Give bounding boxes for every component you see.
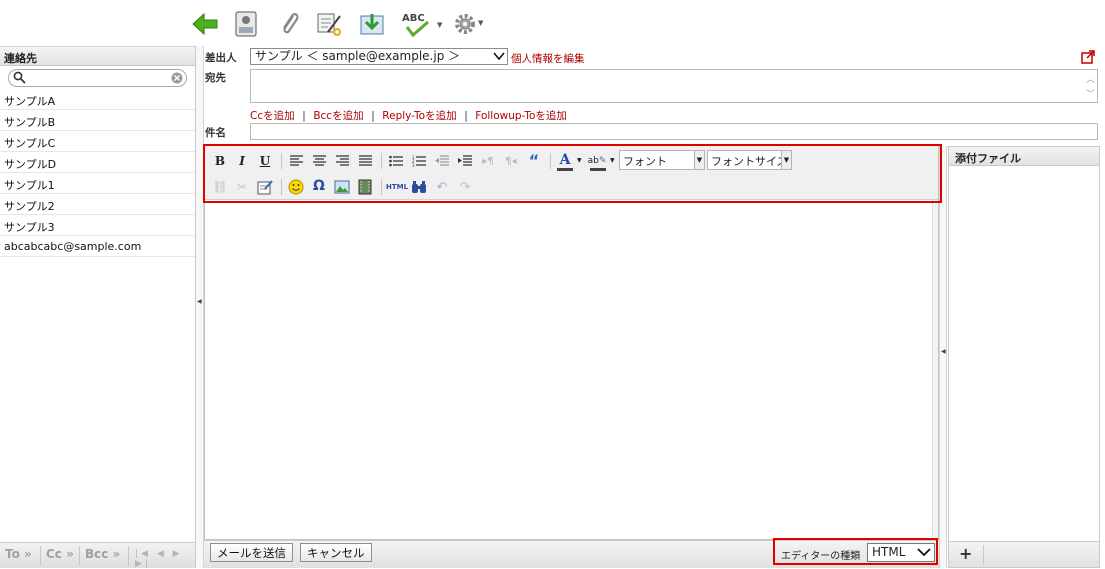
subject-label: 件名 xyxy=(205,127,226,139)
attachments-list xyxy=(949,166,1099,542)
sender-select[interactable]: サンプル ＜ sample@example.jp ＞ xyxy=(250,48,508,65)
settings-gear-icon[interactable] xyxy=(451,9,481,39)
pager-first-prev-next-last-icon[interactable]: |◀ ◀ ▶ ▶| xyxy=(135,549,195,569)
right-panel-splitter[interactable]: ◀ xyxy=(939,146,947,568)
contact-search-input[interactable] xyxy=(8,69,187,87)
cancel-button[interactable]: キャンセル xyxy=(300,543,372,562)
message-editor: B I U 123 ▸¶ ¶◂ “ A ▼ ab ✎ ▼ フォント ▼ フォントサ… xyxy=(204,145,939,540)
settings-dropdown-icon[interactable]: ▼ xyxy=(478,19,483,27)
back-arrow-icon[interactable] xyxy=(190,9,220,39)
contact-item[interactable]: サンプルB xyxy=(0,110,195,131)
add-header-links: Ccを追加 | Bccを追加 | Reply-Toを追加 | Followup-… xyxy=(250,109,567,122)
sender-label: 差出人 xyxy=(205,52,237,64)
add-reply-to-link[interactable]: Reply-Toを追加 xyxy=(382,110,456,122)
address-book-icon[interactable] xyxy=(231,9,261,39)
add-followup-to-link[interactable]: Followup-Toを追加 xyxy=(475,110,567,122)
contact-item[interactable]: サンプル2 xyxy=(0,194,195,215)
add-attachment-button[interactable]: + xyxy=(959,544,972,563)
contact-item[interactable]: サンプル3 xyxy=(0,215,195,236)
highlight-frame xyxy=(203,144,942,203)
save-draft-icon[interactable] xyxy=(357,9,387,39)
contact-item[interactable]: abcabcabc@sample.com xyxy=(0,236,195,257)
to-field[interactable]: ︿ ﹀ xyxy=(250,69,1098,103)
contacts-panel: 連絡先 サンプルA サンプルB サンプルC サンプルD サンプル1 サンプル2 … xyxy=(0,46,196,569)
highlight-frame xyxy=(773,538,938,565)
contact-item[interactable]: サンプルA xyxy=(0,89,195,110)
collapse-right-icon[interactable]: ◀ xyxy=(941,348,946,355)
add-cc-button[interactable]: Cc » xyxy=(46,547,74,565)
svg-text:ABC: ABC xyxy=(402,13,425,24)
popout-window-icon[interactable] xyxy=(1081,50,1095,67)
signature-icon[interactable] xyxy=(314,9,344,39)
editor-body[interactable] xyxy=(205,200,932,539)
collapse-left-icon[interactable]: ◀ xyxy=(197,298,202,305)
subject-field[interactable] xyxy=(250,123,1098,140)
contact-item[interactable]: サンプル1 xyxy=(0,173,195,194)
add-bcc-button[interactable]: Bcc » xyxy=(85,547,120,565)
attachments-panel: 添付ファイル + xyxy=(948,146,1100,568)
left-panel-splitter[interactable]: ◀ xyxy=(196,46,204,568)
contacts-header: 連絡先 xyxy=(0,46,195,66)
editor-scrollbar[interactable] xyxy=(932,200,938,539)
paperclip-icon[interactable] xyxy=(274,9,304,39)
spellcheck-dropdown-icon[interactable]: ▼ xyxy=(437,21,442,29)
send-mail-button[interactable]: メールを送信 xyxy=(210,543,293,562)
main-toolbar: ABC ▼ ▼ xyxy=(0,0,1105,46)
add-to-button[interactable]: To » xyxy=(5,547,32,565)
contact-item[interactable]: サンプルC xyxy=(0,131,195,152)
search-icon xyxy=(13,71,26,87)
to-label: 宛先 xyxy=(205,72,226,84)
sender-value: サンプル ＜ sample@example.jp ＞ xyxy=(255,49,461,63)
contacts-footer: To » Cc » Bcc » |◀ ◀ ▶ ▶| xyxy=(0,542,195,569)
scroll-down-icon[interactable]: ﹀ xyxy=(1086,87,1095,100)
attachments-header: 添付ファイル xyxy=(949,147,1099,166)
contact-list: サンプルA サンプルB サンプルC サンプルD サンプル1 サンプル2 サンプル… xyxy=(0,89,195,257)
clear-search-icon[interactable] xyxy=(171,72,183,87)
chevron-down-icon xyxy=(493,49,505,67)
scroll-up-icon[interactable]: ︿ xyxy=(1086,72,1095,85)
add-bcc-link[interactable]: Bccを追加 xyxy=(313,110,363,122)
contact-item[interactable]: サンプルD xyxy=(0,152,195,173)
edit-identity-link[interactable]: 個人情報を編集 xyxy=(511,51,585,66)
spellcheck-icon[interactable]: ABC xyxy=(400,9,438,39)
add-cc-link[interactable]: Ccを追加 xyxy=(250,110,295,122)
attachments-footer: + xyxy=(949,541,1099,567)
